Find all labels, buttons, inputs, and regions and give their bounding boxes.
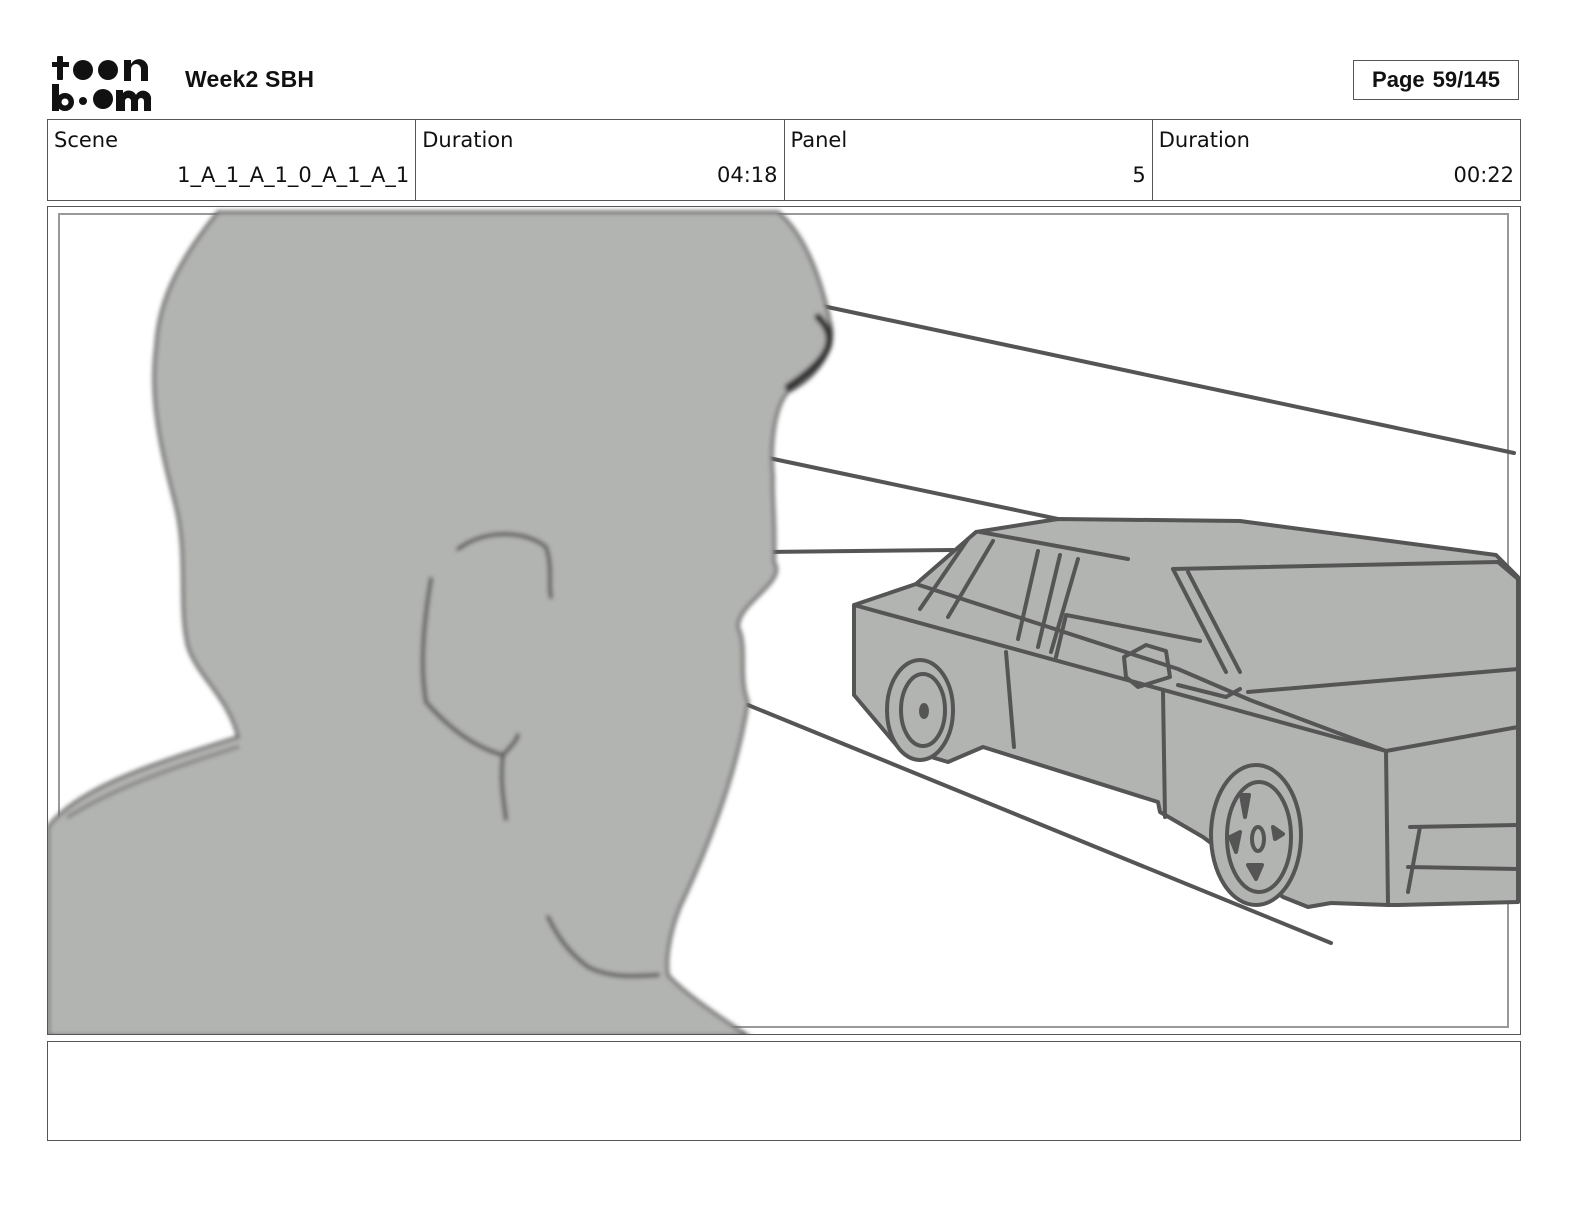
panel-duration-label: Duration — [1158, 128, 1250, 152]
scene-duration-label: Duration — [422, 128, 514, 152]
panel-label: Panel — [790, 128, 848, 152]
panel-cell: Panel 5 — [785, 120, 1153, 200]
page-number: 59/145 — [1432, 67, 1500, 92]
scene-label: Scene — [54, 128, 119, 152]
project-title: Week2 SBH — [185, 66, 315, 92]
panel-duration-cell: Duration 00:22 — [1153, 120, 1520, 200]
storyboard-panel — [47, 206, 1521, 1035]
toon-boom-logo — [52, 52, 164, 112]
head-silhouette — [48, 210, 834, 1034]
scene-cell: Scene 1_A_1_A_1_0_A_1_A_1 — [48, 120, 417, 200]
panel-duration-value: 00:22 — [1453, 163, 1514, 187]
page-label: Page — [1372, 67, 1425, 92]
car-sketch — [852, 517, 1520, 909]
panel-value: 5 — [1132, 163, 1146, 187]
panel-sketch — [48, 210, 1520, 1034]
page-indicator: Page 59/145 — [1353, 60, 1519, 100]
scene-duration-value: 04:18 — [716, 163, 778, 187]
panel-info-table: Scene 1_A_1_A_1_0_A_1_A_1 Duration 04:18… — [47, 119, 1521, 201]
panel-notes-box[interactable] — [47, 1041, 1521, 1141]
scene-value: 1_A_1_A_1_0_A_1_A_1 — [177, 163, 410, 187]
scene-duration-cell: Duration 04:18 — [416, 120, 785, 200]
